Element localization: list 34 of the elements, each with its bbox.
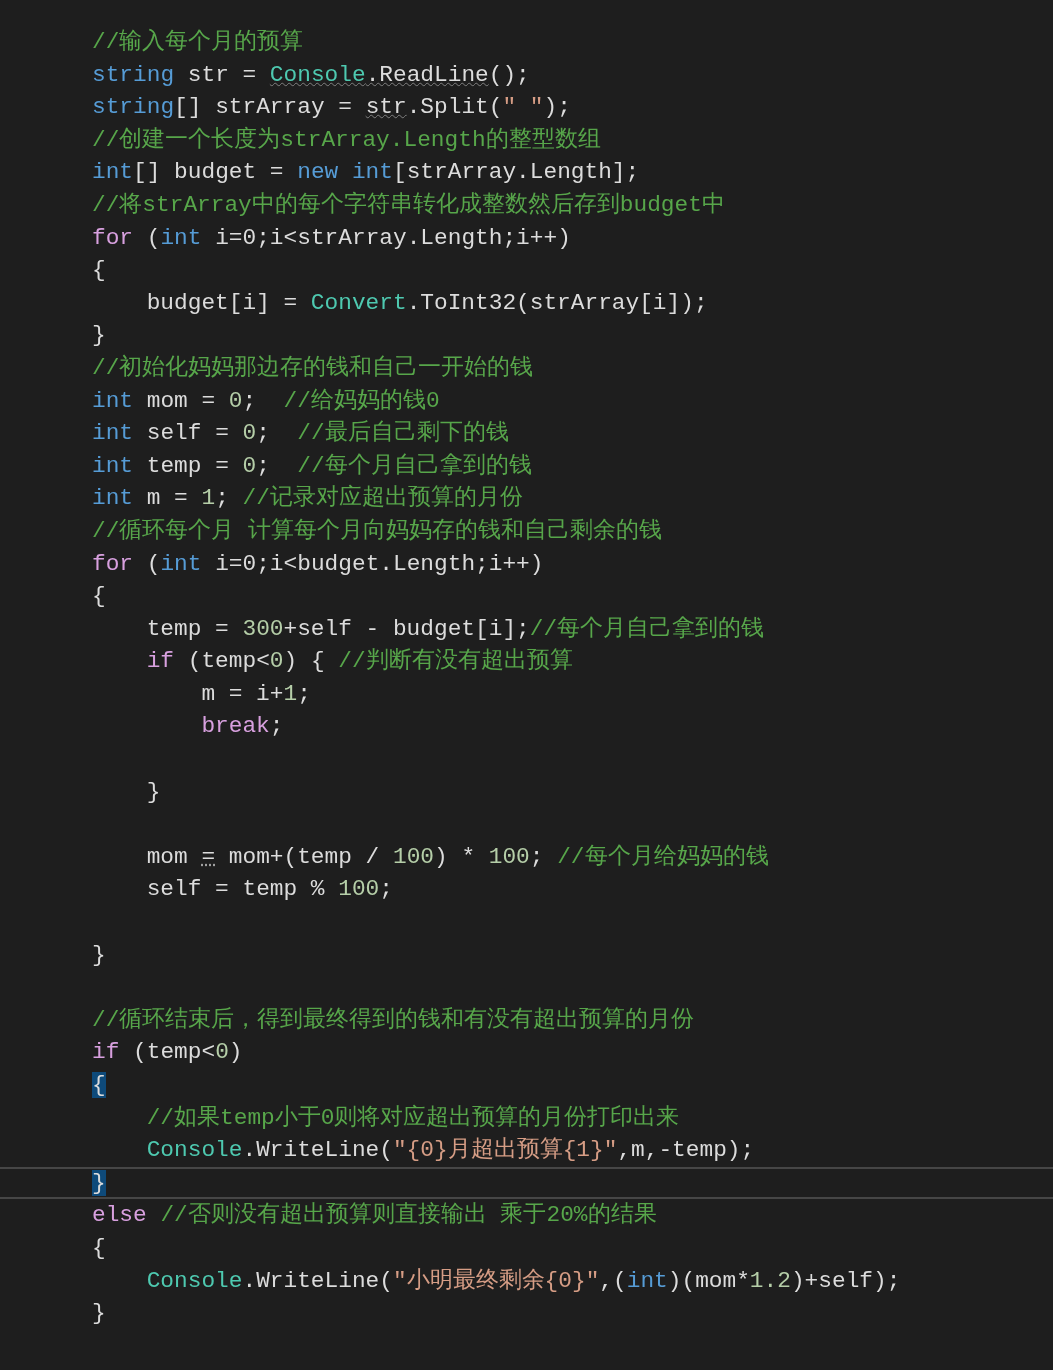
code-line: for (int i=0;i<budget.Length;i++) bbox=[92, 550, 544, 577]
code-line: } bbox=[92, 941, 106, 968]
code-line: //输入每个月的预算 bbox=[92, 29, 304, 55]
code-line: //如果temp小于0则将对应超出预算的月份打印出来 bbox=[146, 1104, 680, 1131]
code-line: { bbox=[92, 257, 106, 284]
code-line: //循环每个月 计算每个月向妈妈存的钱和自己剩余的钱 bbox=[92, 517, 663, 544]
code-line: int mom = 0; //给妈妈的钱0 bbox=[92, 387, 440, 414]
code-line: mom = mom+(temp / 100) * 100; //每个月给妈妈的钱 bbox=[146, 843, 769, 870]
code-line: //将strArray中的每个字符串转化成整数然后存到budget中 bbox=[92, 191, 725, 218]
code-line: m = i+1; bbox=[201, 680, 311, 707]
code-line: //循环结束后，得到最终得到的钱和有没有超出预算的月份 bbox=[92, 1006, 695, 1033]
code-line: int temp = 0; //每个月自己拿到的钱 bbox=[92, 452, 532, 479]
code-line: { bbox=[92, 1234, 106, 1261]
code-line: if (temp<0) { //判断有没有超出预算 bbox=[146, 648, 573, 675]
code-line: { bbox=[92, 583, 106, 610]
code-line: int self = 0; //最后自己剩下的钱 bbox=[92, 420, 509, 447]
code-line: int[] budget = new int[strArray.Length]; bbox=[92, 159, 640, 186]
code-line: budget[i] = Convert.ToInt32(strArray[i]); bbox=[146, 289, 708, 316]
code-line: Console.WriteLine("小明最终剩余{0}",(int)(mom*1.2)+self); bbox=[146, 1267, 901, 1294]
code-line: self = temp % 100; bbox=[146, 876, 393, 903]
code-line: temp = 300+self - budget[i];//每个月自己拿到的钱 bbox=[146, 615, 765, 642]
code-line: } bbox=[146, 778, 161, 805]
code-line: break; bbox=[201, 713, 284, 740]
code-line: int m = 1; //记录对应超出预算的月份 bbox=[92, 485, 523, 512]
code-line: string str = Console.ReadLine(); bbox=[92, 61, 530, 88]
code-line: } bbox=[92, 322, 106, 349]
code-line: //创建一个长度为strArray.Length的整型数组 bbox=[92, 126, 601, 153]
code-line: if (temp<0) bbox=[92, 1039, 243, 1066]
code-line: for (int i=0;i<strArray.Length;i++) bbox=[92, 224, 571, 251]
code-line: Console.WriteLine("{0}月超出预算{1}",m,-temp); bbox=[146, 1137, 755, 1164]
code-line: //初始化妈妈那边存的钱和自己一开始的钱 bbox=[92, 354, 534, 381]
code-line: string[] strArray = str.Split(" "); bbox=[92, 94, 571, 121]
code-line: } bbox=[92, 1300, 106, 1327]
code-line: else //否则没有超出预算则直接输出 乘于20%的结果 bbox=[92, 1202, 657, 1229]
